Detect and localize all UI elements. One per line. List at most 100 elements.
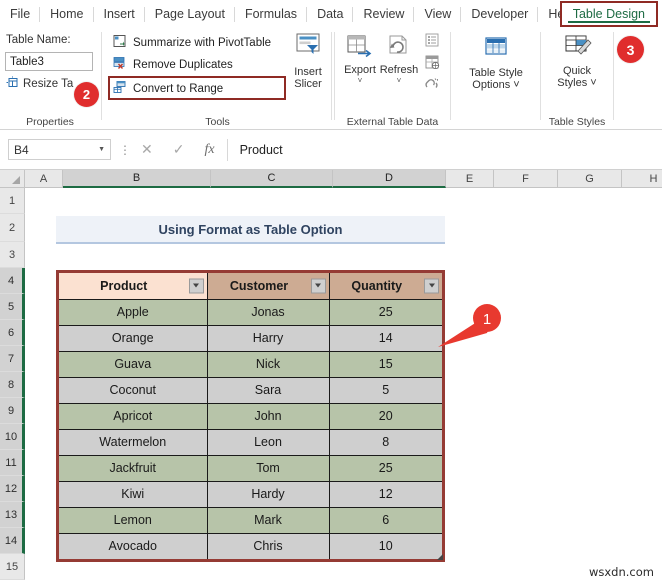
- table-cell[interactable]: Coconut: [59, 377, 208, 404]
- table-row[interactable]: Apple Jonas 25: [59, 299, 442, 326]
- row-header-5[interactable]: 5: [0, 294, 25, 320]
- column-header-d[interactable]: D: [333, 170, 446, 188]
- table-name-input[interactable]: [5, 52, 93, 71]
- insert-slicer-button[interactable]: Insert Slicer: [285, 33, 331, 90]
- column-header-f[interactable]: F: [494, 170, 558, 188]
- table-header-product[interactable]: Product: [59, 273, 208, 300]
- tab-review[interactable]: Review: [352, 3, 413, 25]
- table-cell[interactable]: Apple: [59, 299, 208, 326]
- table-cell[interactable]: 20: [329, 403, 442, 430]
- row-header-14[interactable]: 14: [0, 528, 25, 554]
- formula-bar-grip[interactable]: ⋮: [119, 144, 131, 156]
- table-cell[interactable]: 8: [329, 429, 442, 456]
- quick-styles-button[interactable]: Quick Styles ˅: [544, 34, 610, 89]
- table-row[interactable]: Lemon Mark 6: [59, 507, 442, 534]
- row-header-1[interactable]: 1: [0, 188, 25, 214]
- table-row[interactable]: Coconut Sara 5: [59, 377, 442, 404]
- column-header-a[interactable]: A: [25, 170, 63, 188]
- remove-duplicates-button[interactable]: Remove Duplicates: [113, 56, 233, 73]
- table-cell[interactable]: 15: [329, 351, 442, 378]
- table-cell[interactable]: Sara: [207, 377, 330, 404]
- table-cell[interactable]: Apricot: [59, 403, 208, 430]
- tab-view[interactable]: View: [413, 3, 460, 25]
- formula-bar-input[interactable]: Product: [240, 143, 283, 157]
- row-header-7[interactable]: 7: [0, 346, 25, 372]
- row-header-13[interactable]: 13: [0, 502, 25, 528]
- tab-developer[interactable]: Developer: [460, 3, 537, 25]
- table-cell[interactable]: Hardy: [207, 481, 330, 508]
- column-header-e[interactable]: E: [446, 170, 494, 188]
- table-row[interactable]: Watermelon Leon 8: [59, 429, 442, 456]
- table-cell[interactable]: Guava: [59, 351, 208, 378]
- row-header-8[interactable]: 8: [0, 372, 25, 398]
- cancel-icon[interactable]: ✕: [141, 141, 153, 158]
- name-box-chevron-down-icon[interactable]: ▼: [98, 146, 105, 153]
- table-cell[interactable]: 25: [329, 455, 442, 482]
- table-cell[interactable]: 5: [329, 377, 442, 404]
- export-button[interactable]: Export ˅: [339, 34, 381, 85]
- table-row[interactable]: Jackfruit Tom 25: [59, 455, 442, 482]
- unlink-button[interactable]: [424, 77, 440, 96]
- table-row[interactable]: Orange Harry 14: [59, 325, 442, 352]
- row-header-10[interactable]: 10: [0, 424, 25, 450]
- confirm-icon[interactable]: ✓: [173, 141, 185, 158]
- convert-to-range-button[interactable]: Convert to Range: [113, 80, 223, 97]
- table-cell[interactable]: Lemon: [59, 507, 208, 534]
- select-all-corner[interactable]: [0, 170, 25, 188]
- table-cell[interactable]: 12: [329, 481, 442, 508]
- column-header-g[interactable]: G: [558, 170, 622, 188]
- row-header-4[interactable]: 4: [0, 268, 25, 294]
- row-header-3[interactable]: 3: [0, 242, 25, 268]
- column-header-b[interactable]: B: [63, 170, 211, 188]
- summarize-with-pivottable-button[interactable]: Summarize with PivotTable: [113, 34, 271, 51]
- table-cell[interactable]: Jackfruit: [59, 455, 208, 482]
- table-header-quantity[interactable]: Quantity: [329, 273, 442, 300]
- tab-page-layout[interactable]: Page Layout: [143, 3, 234, 25]
- table-cell[interactable]: 10: [329, 533, 442, 559]
- row-header-9[interactable]: 9: [0, 398, 25, 424]
- table-cell[interactable]: Orange: [59, 325, 208, 352]
- connection-properties-button[interactable]: [424, 33, 440, 52]
- table-style-options-button[interactable]: Table Style Options ˅: [453, 36, 539, 91]
- column-header-c[interactable]: C: [211, 170, 333, 188]
- tab-file[interactable]: File: [1, 3, 39, 25]
- table-cell[interactable]: 14: [329, 325, 442, 352]
- table-cell[interactable]: Mark: [207, 507, 330, 534]
- sheet-canvas[interactable]: Using Format as Table Option Product Cust…: [25, 188, 662, 585]
- column-header-h[interactable]: H: [622, 170, 662, 188]
- table-cell[interactable]: Nick: [207, 351, 330, 378]
- name-box[interactable]: B4 ▼: [8, 139, 111, 160]
- table-resize-handle[interactable]: [436, 553, 443, 560]
- refresh-button[interactable]: Refresh ˅: [378, 34, 420, 85]
- row-header-11[interactable]: 11: [0, 450, 25, 476]
- table-cell[interactable]: Tom: [207, 455, 330, 482]
- refresh-chevron-down-icon[interactable]: ˅: [378, 76, 420, 85]
- filter-dropdown-icon-product[interactable]: [188, 278, 204, 294]
- table-cell[interactable]: Leon: [207, 429, 330, 456]
- table-row[interactable]: Apricot John 20: [59, 403, 442, 430]
- table-cell[interactable]: 25: [329, 299, 442, 326]
- filter-dropdown-icon-customer[interactable]: [310, 278, 326, 294]
- table-row[interactable]: Kiwi Hardy 12: [59, 481, 442, 508]
- table-cell[interactable]: Jonas: [207, 299, 330, 326]
- table-cell[interactable]: Chris: [207, 533, 330, 559]
- table-cell[interactable]: 6: [329, 507, 442, 534]
- export-chevron-down-icon[interactable]: ˅: [339, 76, 381, 85]
- row-header-6[interactable]: 6: [0, 320, 25, 346]
- row-header-2[interactable]: 2: [0, 214, 25, 242]
- table-header-customer[interactable]: Customer: [207, 273, 330, 300]
- table-cell[interactable]: Watermelon: [59, 429, 208, 456]
- tab-home[interactable]: Home: [39, 3, 92, 25]
- table-cell[interactable]: Kiwi: [59, 481, 208, 508]
- table-row[interactable]: Guava Nick 15: [59, 351, 442, 378]
- table-cell[interactable]: John: [207, 403, 330, 430]
- open-in-browser-button[interactable]: [424, 55, 440, 74]
- table-row[interactable]: Avocado Chris 10: [59, 533, 442, 559]
- resize-table-button[interactable]: Resize Ta: [6, 76, 73, 92]
- filter-dropdown-icon-quantity[interactable]: [424, 278, 439, 294]
- row-header-12[interactable]: 12: [0, 476, 25, 502]
- tab-insert[interactable]: Insert: [92, 3, 144, 25]
- tab-data[interactable]: Data: [306, 3, 352, 25]
- tab-formulas[interactable]: Formulas: [233, 3, 306, 25]
- row-header-15[interactable]: 15: [0, 554, 25, 580]
